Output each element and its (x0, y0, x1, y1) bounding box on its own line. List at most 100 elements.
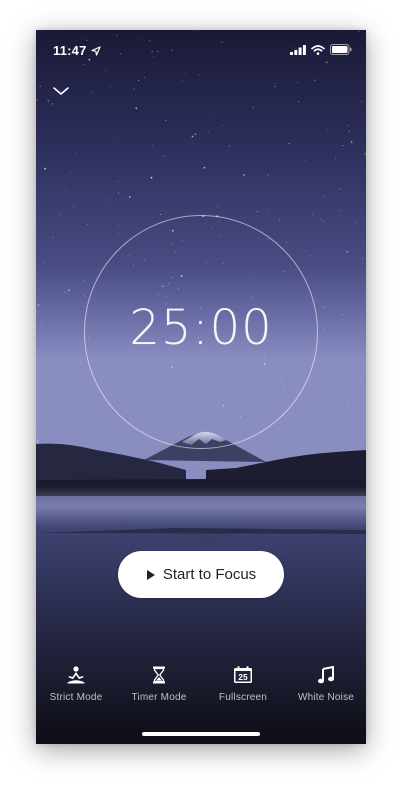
star (362, 258, 364, 260)
start-focus-button[interactable]: Start to Focus (118, 551, 284, 598)
strict-mode-button[interactable]: Strict Mode (36, 664, 116, 703)
play-icon (146, 569, 155, 580)
star (60, 305, 62, 307)
star (323, 221, 325, 223)
star (135, 107, 138, 110)
star (335, 157, 336, 159)
star (207, 131, 209, 133)
white-noise-button[interactable]: White Noise (286, 664, 366, 703)
star (52, 103, 53, 105)
star (209, 113, 211, 115)
home-indicator[interactable] (142, 732, 260, 736)
star (298, 100, 300, 102)
star (87, 223, 89, 225)
star (203, 166, 206, 169)
star (274, 85, 276, 87)
star (113, 140, 115, 142)
star (47, 99, 50, 102)
star (105, 70, 107, 72)
star (194, 133, 197, 135)
star (297, 82, 299, 83)
star (339, 209, 341, 211)
star (191, 135, 194, 138)
star (36, 440, 39, 443)
star (275, 82, 277, 84)
star (252, 106, 254, 108)
star (133, 88, 135, 90)
star (222, 124, 224, 126)
star (109, 199, 111, 201)
star (322, 306, 324, 308)
star (342, 313, 344, 315)
star (185, 72, 187, 74)
star (350, 141, 353, 143)
star (39, 85, 41, 87)
star (76, 152, 78, 154)
star (117, 192, 119, 194)
star (309, 255, 311, 257)
status-icons (290, 44, 352, 55)
star (354, 222, 356, 223)
star (82, 279, 84, 281)
star (299, 435, 301, 437)
calendar-icon-text: 25 (238, 672, 248, 682)
battery-icon (330, 44, 352, 55)
star (73, 205, 75, 207)
star (323, 329, 325, 331)
fullscreen-label: Fullscreen (218, 692, 268, 703)
star (138, 79, 139, 81)
star (44, 167, 46, 170)
star (339, 188, 341, 190)
star (350, 382, 352, 384)
status-time: 11:47 (53, 43, 101, 58)
star (324, 196, 325, 198)
star (360, 101, 362, 103)
star (182, 80, 184, 82)
star (36, 310, 38, 312)
star (43, 262, 45, 264)
timer-mode-button[interactable]: Timer Mode (119, 664, 199, 703)
collapse-button[interactable] (50, 80, 72, 102)
cellular-signal-icon (290, 44, 306, 55)
star (228, 145, 230, 147)
star (312, 213, 314, 215)
star (305, 160, 307, 162)
star (347, 125, 349, 126)
calendar-icon: 25 (234, 666, 252, 683)
star (62, 437, 64, 439)
star (124, 196, 126, 198)
star (256, 211, 258, 213)
star (279, 219, 281, 221)
star (319, 418, 321, 420)
start-focus-label: Start to Focus (162, 566, 257, 583)
location-arrow-icon (90, 45, 101, 56)
star (320, 218, 322, 220)
star (314, 79, 316, 81)
star (243, 174, 246, 176)
star (67, 289, 70, 292)
star (118, 224, 120, 226)
star (109, 86, 111, 88)
star (342, 145, 344, 147)
star (160, 214, 161, 216)
star (199, 74, 201, 76)
star (118, 180, 120, 182)
star (37, 304, 40, 306)
star (40, 325, 42, 327)
star (165, 119, 167, 121)
star (52, 237, 54, 238)
status-time-text: 11:47 (53, 43, 87, 58)
meditation-icon (67, 666, 85, 684)
star (150, 176, 153, 179)
star (60, 214, 62, 216)
white-noise-label: White Noise (297, 692, 355, 703)
strict-mode-label: Strict Mode (49, 692, 103, 703)
star (288, 143, 290, 144)
star (285, 241, 287, 243)
fullscreen-button[interactable]: 25 Fullscreen (203, 664, 283, 703)
timer-display: 25:00 (129, 300, 273, 356)
star (348, 130, 350, 132)
star (83, 295, 85, 297)
star (163, 156, 164, 158)
star (90, 91, 92, 93)
